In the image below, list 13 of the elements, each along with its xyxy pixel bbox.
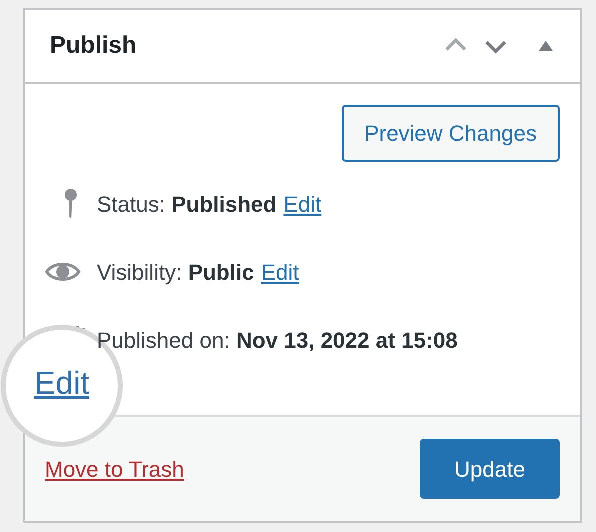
update-button[interactable]: Update [420,439,560,499]
edit-link[interactable]: Edit [284,188,322,220]
row-text: Published on: Nov 13, 2022 at 15:08 [97,326,458,354]
magnified-edit-link[interactable]: Edit [34,359,90,407]
pin-icon [63,188,79,220]
panel-title: Publish [50,31,138,61]
row-text: Status: Published [97,190,277,218]
row-text: Visibility: Public [97,258,254,287]
eye-icon [45,260,81,284]
edit-link[interactable]: Edit [261,256,300,288]
move-to-trash-link[interactable]: Move to Trash [45,452,184,486]
triangle-icon [538,40,554,52]
preview-changes-button[interactable]: Preview Changes [342,105,560,162]
